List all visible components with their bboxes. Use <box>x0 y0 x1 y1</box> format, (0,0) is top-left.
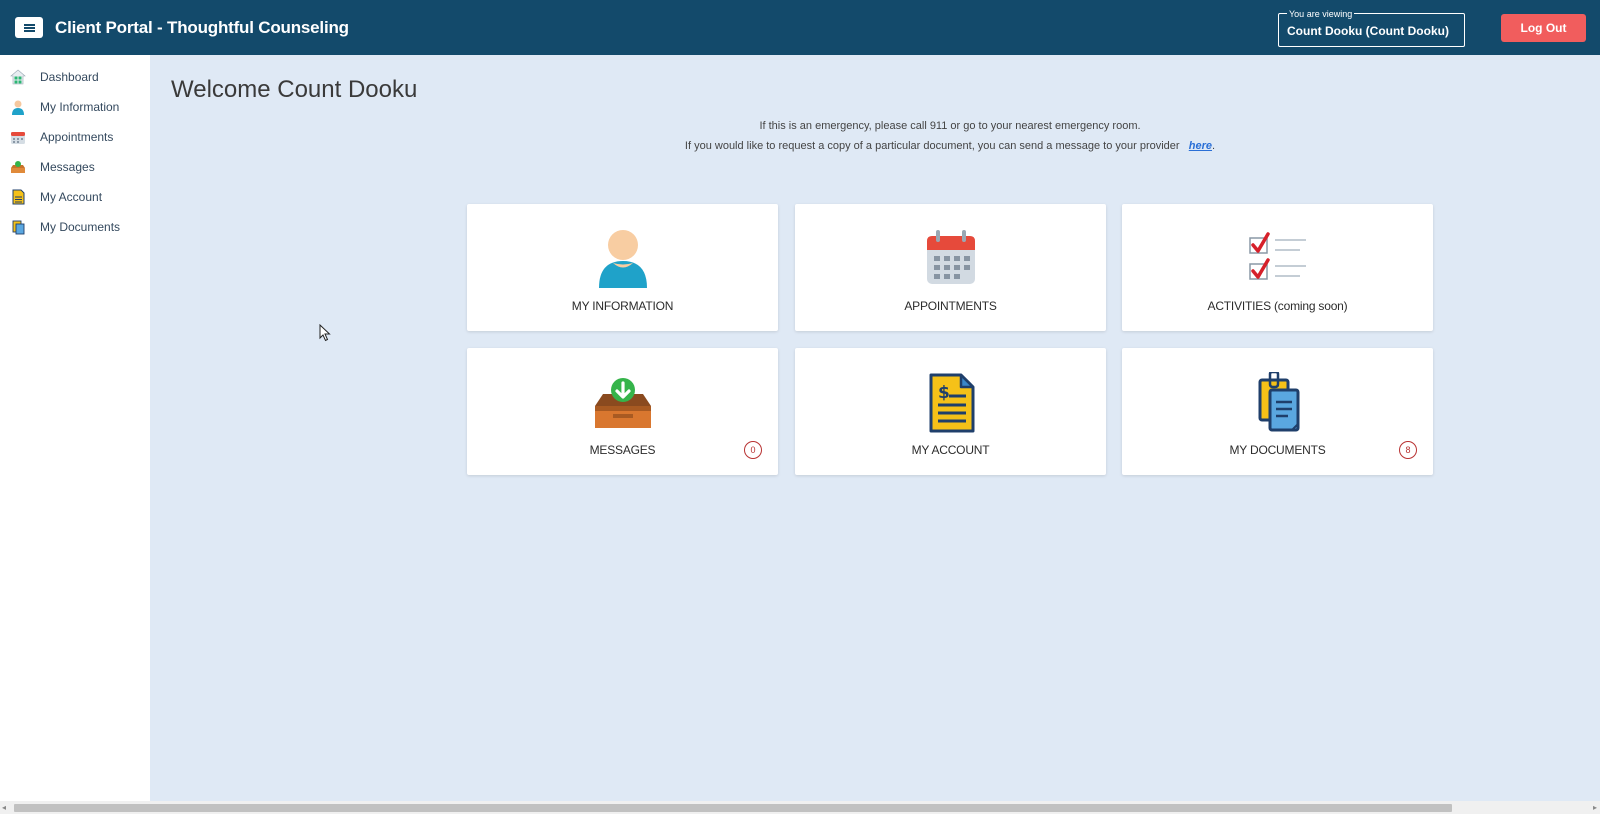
messages-count-badge: 0 <box>744 441 762 459</box>
hamburger-menu-button[interactable] <box>15 17 43 38</box>
sidebar-item-messages[interactable]: Messages <box>0 154 150 180</box>
inbox-icon <box>594 378 651 428</box>
scroll-right-arrow-icon[interactable]: ▸ <box>1593 803 1597 812</box>
viewing-client-name: Count Dooku (Count Dooku) <box>1287 24 1449 38</box>
svg-text:$: $ <box>938 383 950 403</box>
document-request-text: If you would like to request a copy of a… <box>684 140 1180 152</box>
sidebar-item-my-information[interactable]: My Information <box>0 94 150 120</box>
checklist-icon <box>1248 232 1306 280</box>
invoice-icon: $ <box>929 373 974 433</box>
scroll-left-arrow-icon[interactable]: ◂ <box>2 803 6 812</box>
documents-icon <box>1258 372 1299 432</box>
card-appointments[interactable]: APPOINTMENTS <box>795 204 1106 331</box>
notice-period: . <box>1212 140 1216 152</box>
card-my-account[interactable]: $ MY ACCOUNT <box>795 348 1106 475</box>
sidebar-item-my-account[interactable]: My Account <box>0 184 150 210</box>
person-icon <box>598 230 647 288</box>
card-my-documents[interactable]: MY DOCUMENTS 8 <box>1122 348 1433 475</box>
scrollbar-thumb[interactable] <box>14 804 1452 812</box>
card-label: MESSAGES <box>589 443 656 457</box>
mouse-cursor-icon <box>319 324 331 342</box>
document-request-notice: If you would like to request a copy of a… <box>150 140 1600 152</box>
horizontal-scrollbar[interactable]: ◂ ▸ <box>0 801 1600 814</box>
sidebar: Dashboard My Information Appointments Me… <box>0 55 150 803</box>
card-my-information[interactable]: MY INFORMATION <box>467 204 778 331</box>
invoice-icon <box>12 189 25 205</box>
hamburger-icon <box>23 23 35 32</box>
viewing-legend: You are viewing <box>1287 9 1355 19</box>
inbox-icon <box>11 161 25 173</box>
logout-button[interactable]: Log Out <box>1501 14 1586 42</box>
card-label: ACTIVITIES (coming soon) <box>1207 299 1348 313</box>
sidebar-item-label: My Account <box>40 190 103 204</box>
sidebar-item-label: Appointments <box>40 130 114 144</box>
sidebar-item-label: My Information <box>40 100 120 114</box>
dashboard-icon <box>10 69 26 85</box>
emergency-notice-text: If this is an emergency, please call 911… <box>759 120 1141 132</box>
send-message-link[interactable]: here <box>1189 140 1212 152</box>
sidebar-item-dashboard[interactable]: Dashboard <box>0 64 150 90</box>
sidebar-item-label: Messages <box>40 160 95 174</box>
calendar-icon <box>11 132 25 144</box>
card-label: APPOINTMENTS <box>904 299 997 313</box>
emergency-notice: If this is an emergency, please call 911… <box>150 120 1600 132</box>
sidebar-item-label: Dashboard <box>40 70 99 84</box>
top-navbar: Client Portal - Thoughtful Counseling Yo… <box>0 0 1600 55</box>
card-activities[interactable]: ACTIVITIES (coming soon) <box>1122 204 1433 331</box>
sidebar-item-label: My Documents <box>40 220 121 234</box>
card-label: MY DOCUMENTS <box>1229 443 1326 457</box>
documents-icon <box>12 220 25 235</box>
calendar-icon <box>926 230 975 284</box>
card-label: MY ACCOUNT <box>911 443 990 457</box>
card-label: MY INFORMATION <box>571 299 674 313</box>
viewing-client-selector[interactable]: You are viewing Count Dooku (Count Dooku… <box>1278 9 1465 47</box>
person-icon <box>12 100 24 115</box>
welcome-heading: Welcome Count Dooku <box>171 76 418 103</box>
card-messages[interactable]: MESSAGES 0 <box>467 348 778 475</box>
sidebar-item-my-documents[interactable]: My Documents <box>0 214 150 240</box>
app-title: Client Portal - Thoughtful Counseling <box>55 18 349 37</box>
sidebar-item-appointments[interactable]: Appointments <box>0 124 150 150</box>
documents-count-badge: 8 <box>1399 441 1417 459</box>
